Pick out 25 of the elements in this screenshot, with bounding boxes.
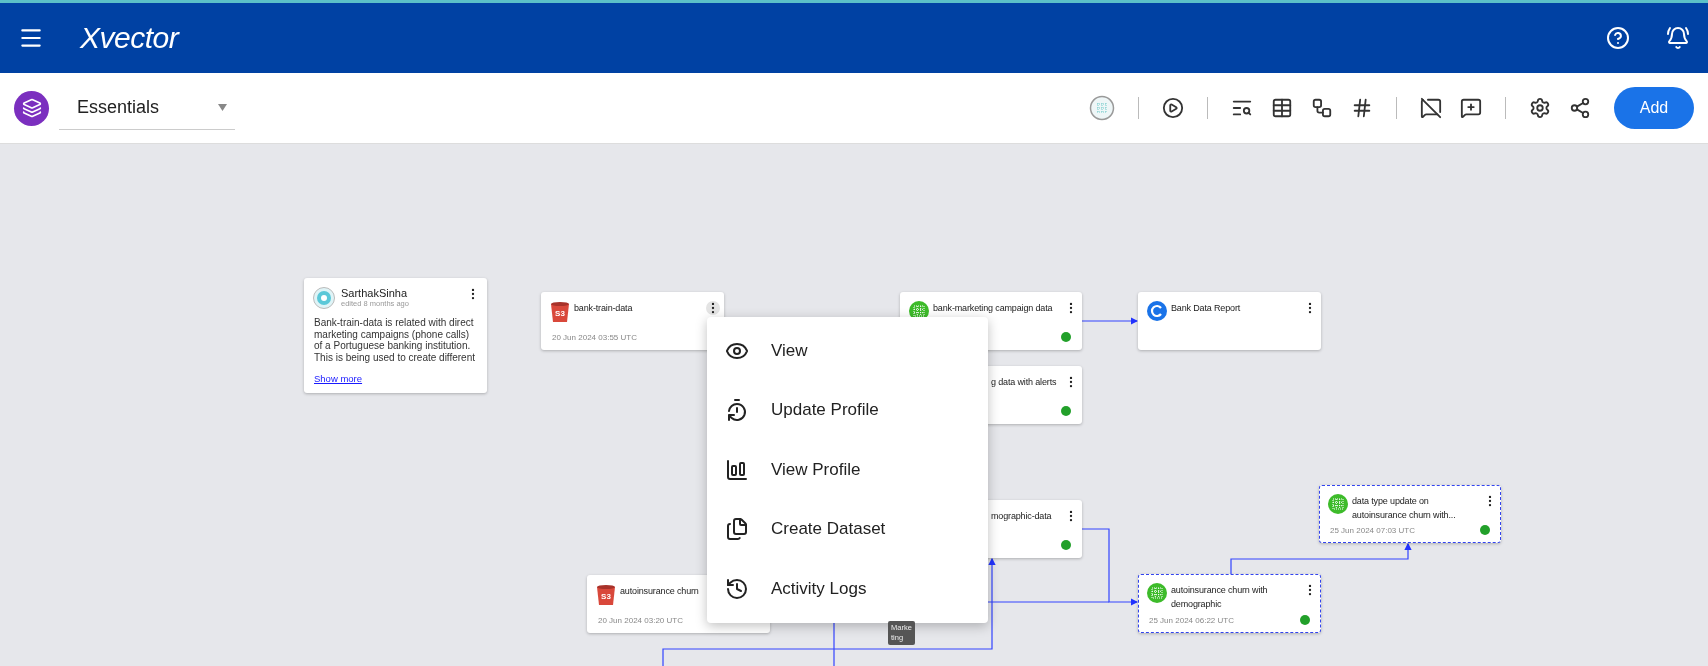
node-title: bank-train-data	[574, 302, 634, 315]
bucket-icon: S3	[550, 301, 570, 323]
show-more-link[interactable]: Show more	[314, 373, 486, 384]
node-card[interactable]: data type update on autoinsurance churn with... 25 Jun 2024 07:03 UTC	[1319, 485, 1501, 543]
menu-item[interactable]: View Profile	[707, 440, 988, 500]
bucket-icon: S3	[596, 584, 616, 606]
node-title: mographic-data	[991, 510, 1053, 523]
node-date: 25 Jun 2024 07:03 UTC	[1330, 525, 1415, 535]
author-name: SarthakSinha	[341, 287, 409, 299]
node-title: autoinsurance churn	[620, 585, 699, 598]
node-date: 20 Jun 2024 03:55 UTC	[552, 332, 637, 342]
node-date: 25 Jun 2024 06:22 UTC	[1149, 615, 1234, 625]
node-date: 20 Jun 2024 03:20 UTC	[598, 615, 683, 625]
node-title: autoinsurance churn with demographic	[1171, 584, 1269, 611]
node-title: bank-marketing campaign data	[933, 302, 1054, 315]
node-card[interactable]: Bank Data Report	[1138, 292, 1321, 350]
node-title: data type update on autoinsurance churn with...	[1352, 495, 1457, 522]
node-card[interactable]: S3 bank-train-data 20 Jun 2024 03:55 UTC	[541, 292, 724, 350]
node-card[interactable]: autoinsurance churn with demographic 25 Jun 2024 06:22 UTC	[1138, 574, 1321, 633]
node-title: g data with alerts	[991, 376, 1058, 389]
add-button[interactable]: Add	[1614, 87, 1694, 129]
workspace-select[interactable]: Essentials	[59, 86, 235, 130]
node-title: Bank Data Report	[1171, 302, 1242, 315]
note-text: Bank-train-data is related with direct marketing campaigns (phone calls) of a Portuguese banking institution. This is being used to create different	[314, 317, 477, 363]
app-logo: Xvector	[80, 21, 181, 55]
